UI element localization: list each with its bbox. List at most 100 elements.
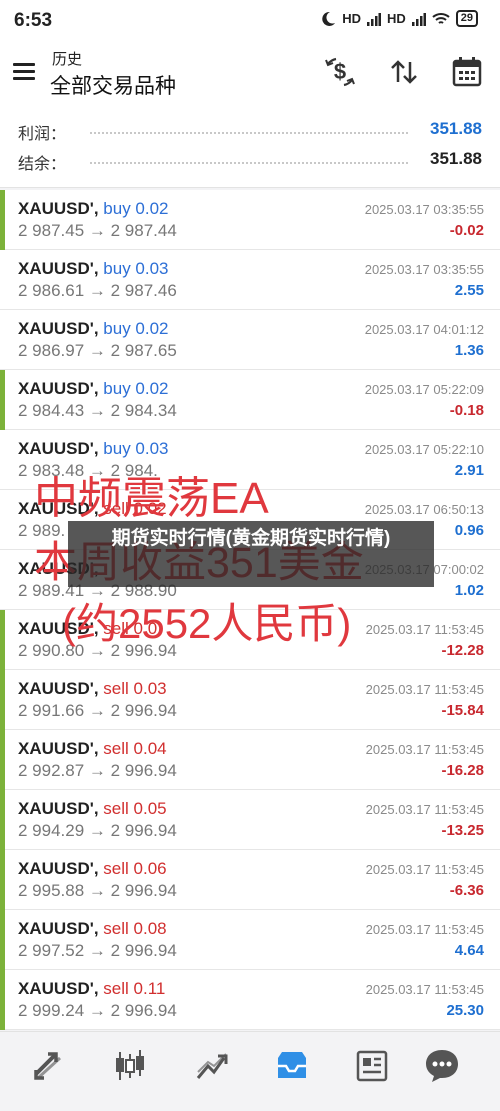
trade-prices: 2 989.: [18, 521, 66, 540]
trade-row[interactable]: XAUUSD', sell 0.0 2 990.80 → 2 996.94 20…: [0, 610, 500, 670]
trade-profit: -12.28: [441, 642, 484, 659]
indicator-bar: [0, 610, 5, 670]
trade-prices: 2 984.43 → 2 984.34: [18, 401, 177, 420]
trade-profit: -15.84: [441, 702, 484, 719]
trade-row[interactable]: XAUUSD', buy 0.02 2 986.97 → 2 987.65 20…: [0, 310, 500, 370]
nav-history[interactable]: [270, 1044, 314, 1088]
trade-symbol-line: XAUUSD', buy 0.02: [18, 379, 169, 399]
trade-row[interactable]: XAUUSD', buy 0.03 2 986.61 → 2 987.46 20…: [0, 250, 500, 310]
trade-symbol: XAUUSD',: [18, 319, 99, 338]
trade-profit: -0.02: [449, 222, 484, 239]
trade-row[interactable]: XAUUSD', sell 0.06 2 995.88 → 2 996.94 2…: [0, 850, 500, 910]
trade-row[interactable]: XAUUSD', sell 0.08 2 997.52 → 2 996.94 2…: [0, 910, 500, 970]
nav-chart[interactable]: [108, 1044, 152, 1088]
app-bar: 历史 全部交易品种 $: [0, 40, 500, 108]
trade-symbol-line: XAUUSD', sell 0.08: [18, 919, 167, 939]
trade-symbol-line: XAUUSD', sell 0.04: [18, 739, 167, 759]
trade-prices: 2 994.29 → 2 996.94: [18, 821, 177, 840]
indicator-bar: [0, 970, 5, 1030]
trade-symbol-line: XAUUSD', buy 0.03: [18, 259, 169, 279]
trade-side: sell 0.05: [103, 799, 167, 818]
status-time: 6:53: [14, 10, 53, 31]
trade-symbol-line: XAUUSD', sell 0.03: [18, 679, 167, 699]
trade-prices: 2 983.48 → 2 984.: [18, 461, 158, 480]
trade-symbol: XAUUSD',: [18, 259, 99, 278]
trade-date: 2025.03.17 11:53:45: [365, 862, 484, 877]
calendar-icon: [452, 57, 482, 87]
trade-prices: 2 992.87 → 2 996.94: [18, 761, 177, 780]
indicator-bar: [0, 790, 5, 850]
trade-row[interactable]: XAUUSD', buy 0.02 2 987.45 → 2 987.44 20…: [0, 190, 500, 250]
chart-icon: [116, 1050, 144, 1080]
trade-row[interactable]: XAUUSD', sell 0.05 2 994.29 → 2 996.94 2…: [0, 790, 500, 850]
trade-side: sell 0.0: [103, 619, 158, 638]
menu-button[interactable]: [12, 58, 38, 84]
trade-date: 2025.03.17 04:01:12: [364, 322, 484, 337]
trade-side: sell 0.06: [103, 859, 167, 878]
balance-value: 351.88: [430, 149, 482, 168]
trade-symbol: XAUUSD',: [18, 619, 99, 638]
nav-quotes[interactable]: [190, 1044, 234, 1088]
sort-button[interactable]: [386, 54, 422, 90]
trade-profit: -16.28: [441, 762, 484, 779]
page-title[interactable]: 全部交易品种: [50, 70, 176, 100]
sort-icon: [391, 60, 417, 84]
trade-row[interactable]: XAUUSD', sell 0.11 2 999.24 → 2 996.94 2…: [0, 970, 500, 1030]
trade-side: sell 0.11: [103, 979, 166, 998]
trade-side: sell 0.08: [103, 919, 167, 938]
signal-label-2: HD: [386, 11, 406, 26]
wifi-icon: [432, 12, 450, 24]
trade-profit: 2.91: [454, 462, 484, 479]
trade-date: 2025.03.17 11:53:45: [365, 982, 484, 997]
indicator-bar: [0, 730, 5, 790]
trade-date: 2025.03.17 05:22:10: [364, 442, 484, 457]
trade-symbol: XAUUSD',: [18, 499, 99, 518]
trade-row[interactable]: XAUUSD', buy 0.02 2 984.43 → 2 984.34 20…: [0, 370, 500, 430]
trade-symbol: XAUUSD',: [18, 859, 99, 878]
trade-profit: 1.02: [454, 582, 484, 599]
trade-symbol-line: XAUUSD', sell 0.02: [18, 499, 167, 519]
moon-icon: [322, 11, 336, 26]
dollar-refresh-icon: $: [325, 57, 355, 87]
signal-label-1: HD: [342, 11, 361, 26]
trade-row[interactable]: XAUUSD', sell 0.04 2 992.87 → 2 996.94 2…: [0, 730, 500, 790]
trade-profit: -6.36: [449, 882, 484, 899]
buy-indicator-bar: [0, 370, 5, 430]
trade-side: buy 0.03: [103, 259, 169, 278]
trade-symbol-line: XAUUSD', buy 0.03: [18, 439, 169, 459]
status-icons: HD HD 29: [320, 10, 478, 27]
dollar-refresh-button[interactable]: $: [322, 54, 358, 90]
trade-symbol-line: XAUUSD', sell 0.0: [18, 619, 157, 639]
trade-symbol: XAUUSD',: [18, 379, 99, 398]
trade-profit: -13.25: [441, 822, 484, 839]
calendar-button[interactable]: [449, 54, 485, 90]
trade-side: sell 0.04: [103, 739, 167, 758]
nav-news[interactable]: [350, 1044, 394, 1088]
trade-symbol: XAUUSD',: [18, 679, 99, 698]
trade-profit: 0.96: [454, 522, 484, 539]
trade-row[interactable]: XAUUSD', buy 0.03 2 983.48 → 2 984. 2025…: [0, 430, 500, 490]
trade-symbol: XAUUSD',: [18, 199, 99, 218]
trade-profit: 1.36: [454, 342, 484, 359]
messages-icon: [426, 1050, 458, 1082]
trade-symbol-line: XAUUSD', sell 0.11: [18, 979, 165, 999]
bottom-nav: [0, 1031, 500, 1111]
trade-side: buy 0.03: [103, 439, 169, 458]
trade-date: 2025.03.17 11:53:45: [365, 922, 484, 937]
trade-symbol-line: XAUUSD', sell 0.06: [18, 859, 167, 879]
nav-trade[interactable]: [26, 1044, 70, 1088]
trade-prices: 2 990.80 → 2 996.94: [18, 641, 177, 660]
trade-symbol: XAUUSD',: [18, 739, 99, 758]
trade-row[interactable]: XAUUSD', sell 0.03 2 991.66 → 2 996.94 2…: [0, 670, 500, 730]
page-subtitle: 历史: [52, 51, 83, 68]
trade-date: 2025.03.17 11:53:45: [365, 802, 484, 817]
trade-prices: 2 997.52 → 2 996.94: [18, 941, 177, 960]
trade-date: 2025.03.17 03:35:55: [364, 202, 484, 217]
buy-indicator-bar: [0, 190, 5, 250]
trade-profit: 25.30: [446, 1002, 484, 1019]
indicator-bar: [0, 910, 5, 970]
overlay-banner-text: 期货实时行情(黄金期货实时行情): [111, 528, 391, 549]
trade-symbol-line: XAUUSD', buy 0.02: [18, 319, 169, 339]
trade-prices: 2 986.61 → 2 987.46: [18, 281, 177, 300]
nav-messages[interactable]: [420, 1044, 464, 1088]
